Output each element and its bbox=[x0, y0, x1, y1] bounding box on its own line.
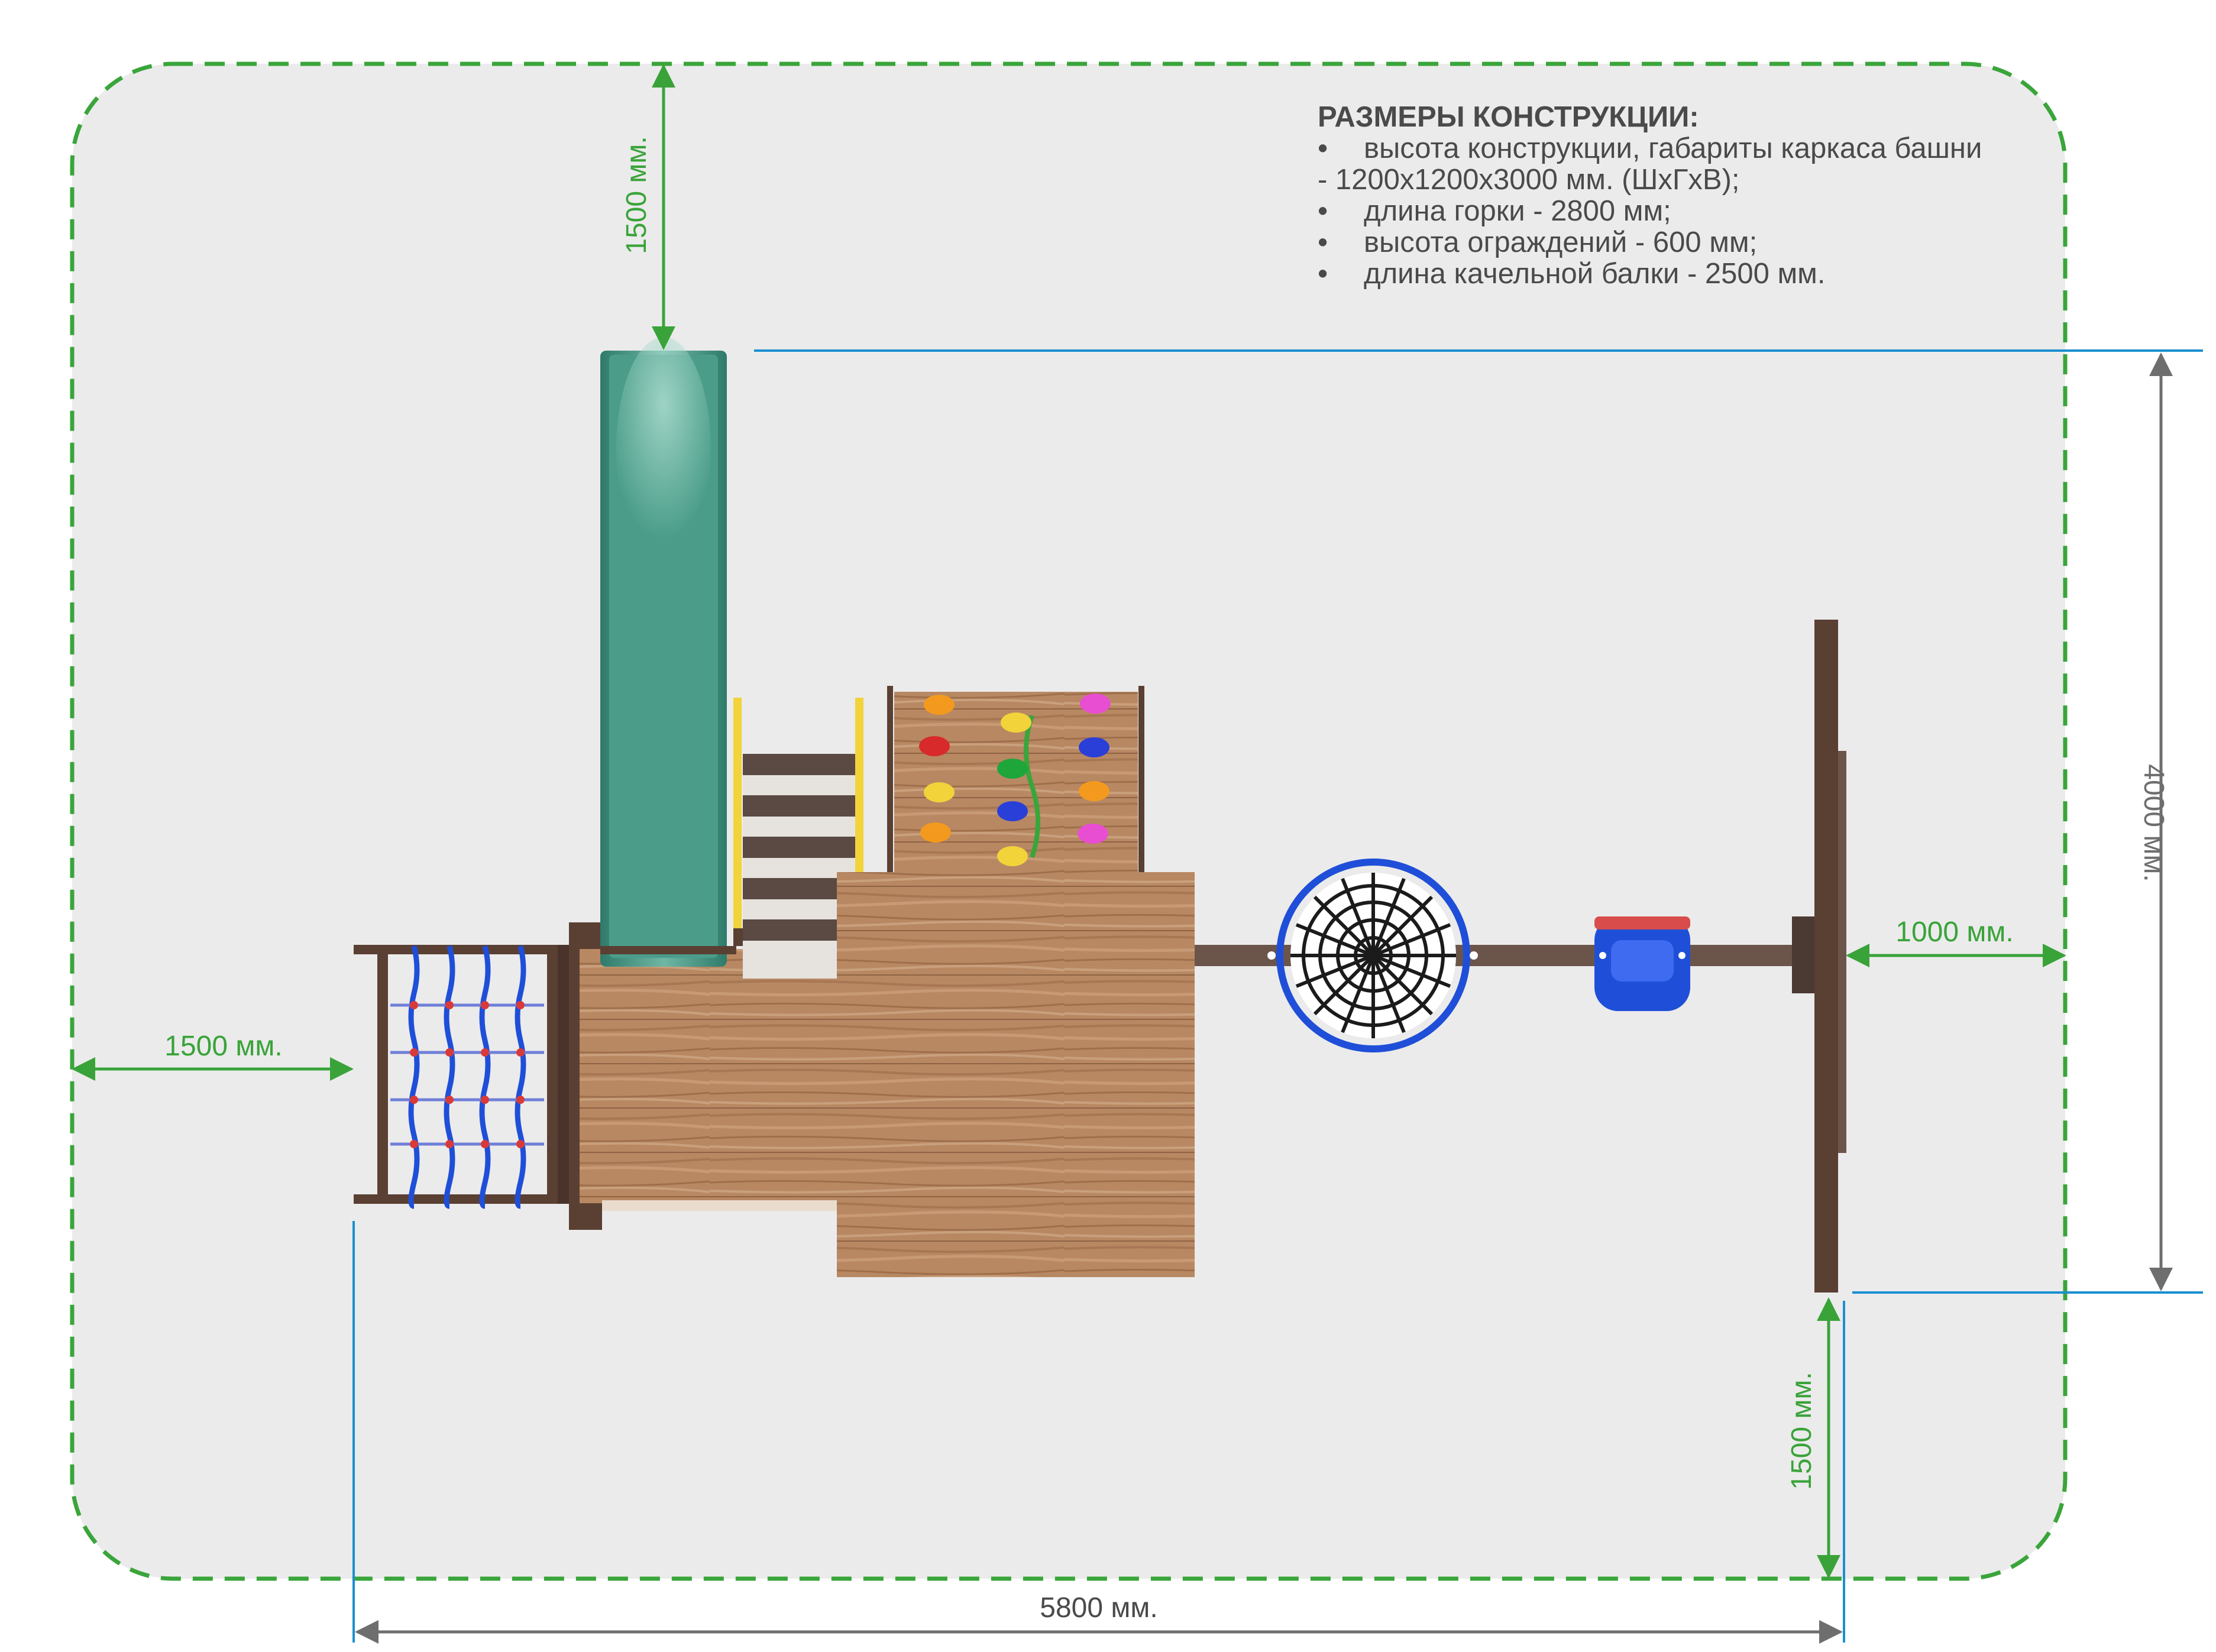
slide bbox=[600, 337, 736, 967]
bottom-clearance-label: 1500 мм. bbox=[1786, 1372, 1817, 1489]
specification-block: РАЗМЕРЫ КОНСТРУКЦИИ: • высота конструкции… bbox=[1318, 102, 2086, 290]
spec-line: • высота ограждений - 600 мм; bbox=[1318, 226, 1758, 258]
spec-line: - 1200х1200х3000 мм. (ШхГхВ); bbox=[1318, 164, 1740, 196]
top-clearance-label: 1500 мм. bbox=[621, 136, 652, 254]
climbing-wall bbox=[887, 686, 1144, 875]
baby-swing-seat bbox=[1594, 916, 1690, 1011]
tower-roof bbox=[837, 872, 1195, 1277]
spec-line: • длина качельной балки - 2500 мм. bbox=[1318, 258, 1826, 290]
bullet-icon: • bbox=[1318, 195, 1328, 227]
bullet-icon: • bbox=[1318, 226, 1328, 258]
right-clearance-label: 1000 мм. bbox=[1895, 916, 2013, 948]
spec-line: • длина горки - 2800 мм; bbox=[1318, 195, 1671, 227]
total-depth-label: 4000 мм. bbox=[2138, 764, 2169, 882]
spec-title: РАЗМЕРЫ КОНСТРУКЦИИ: bbox=[1318, 101, 1699, 133]
spec-line: • высота конструкции, габариты каркаса ба… bbox=[1318, 132, 1982, 164]
left-clearance-label: 1500 мм. bbox=[164, 1031, 282, 1062]
total-width-label: 5800 мм. bbox=[1040, 1592, 1157, 1624]
bullet-icon: • bbox=[1318, 132, 1328, 164]
bullet-icon: • bbox=[1318, 258, 1328, 290]
